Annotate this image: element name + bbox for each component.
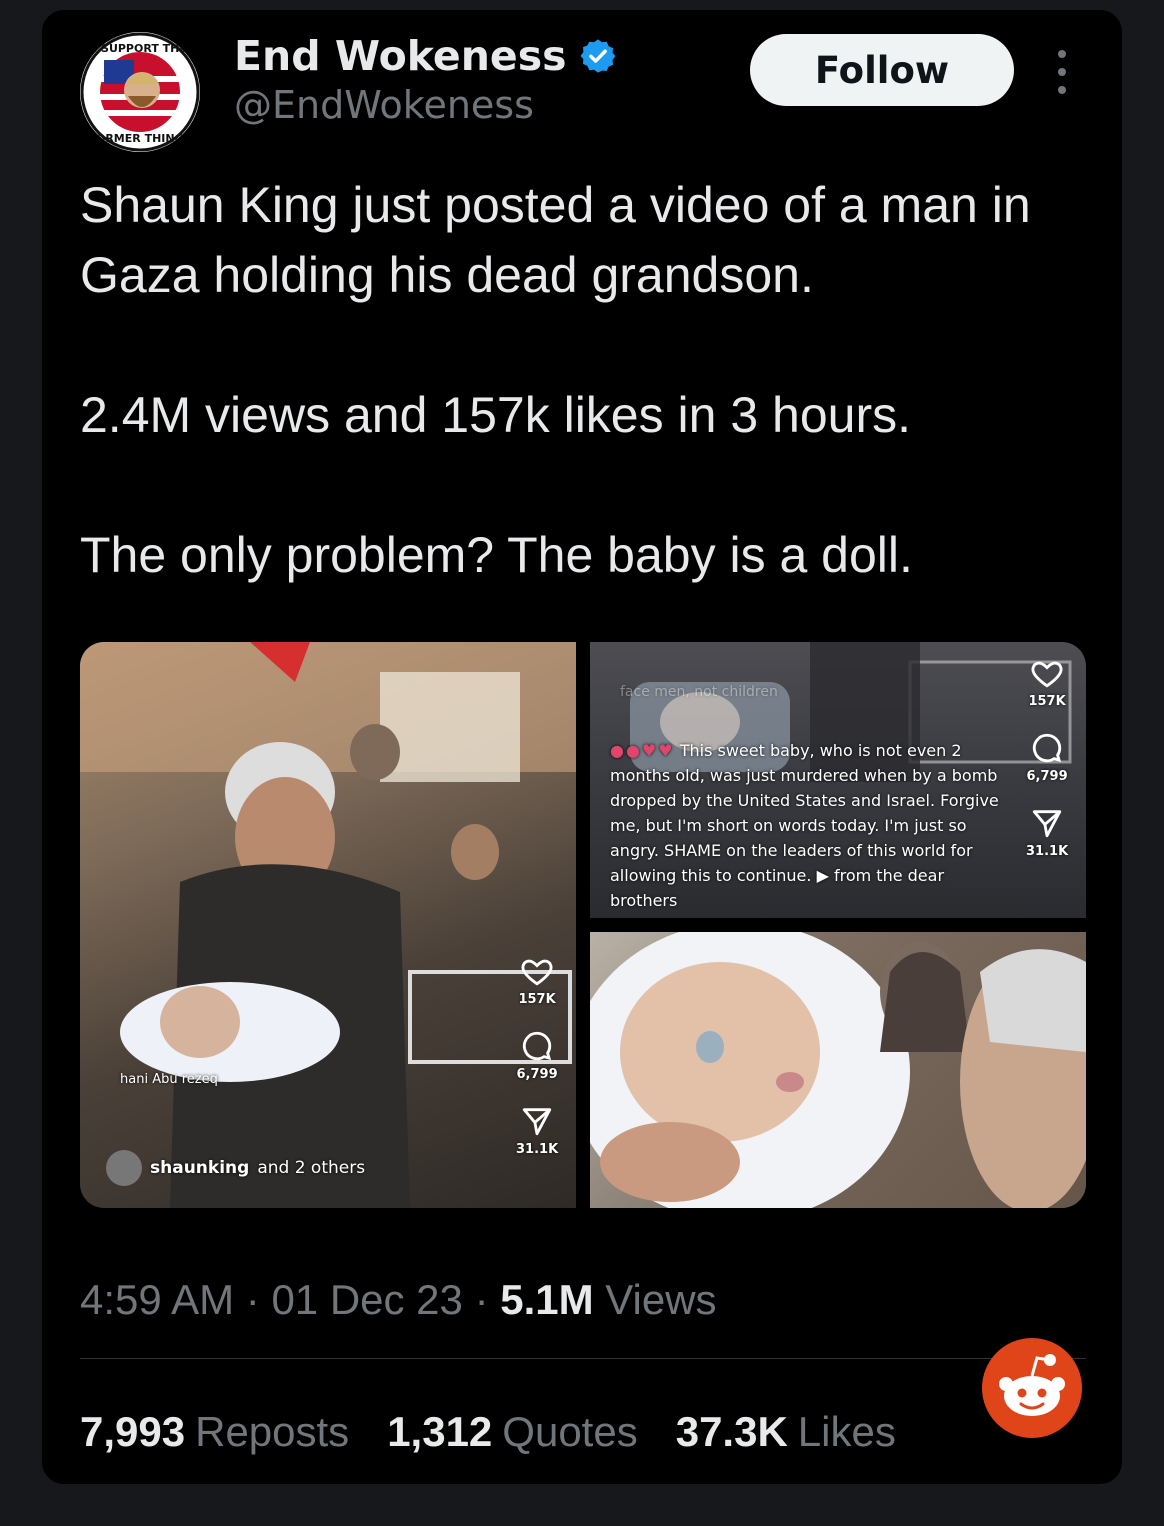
meta-separator: · — [474, 1276, 501, 1323]
left-action-sidebar: 157K 6,799 31.1K — [516, 954, 558, 1179]
tweet-text-paragraph-2: 2.4M views and 157k likes in 3 hours. — [80, 387, 911, 443]
watermark-text: hani Abu rezeq — [120, 1072, 218, 1087]
more-dot — [1058, 68, 1066, 76]
shares-count: 31.1K — [516, 1142, 559, 1157]
avatar-text-bottom: FORMER THINGS — [88, 132, 191, 145]
share-icon — [522, 1108, 552, 1136]
more-dot — [1058, 86, 1066, 94]
share-icon — [1032, 810, 1062, 838]
likes-stat[interactable]: 37.3K Likes — [676, 1408, 896, 1456]
media-grid[interactable]: hani Abu rezeq shaunking and 2 others 15… — [80, 642, 1086, 1208]
likes-count: 157K — [518, 992, 556, 1007]
collab-row: shaunking and 2 others — [106, 1150, 365, 1186]
likes-count: 157K — [1028, 694, 1066, 709]
collab-avatar — [106, 1150, 142, 1186]
post-caption: ●●♥♥ This sweet baby, who is not even 2 … — [610, 738, 1010, 913]
heart-icon — [521, 959, 553, 986]
reposts-label: Reposts — [195, 1408, 350, 1455]
avatar-text-top: I SUPPORT THE — [93, 42, 187, 55]
more-dot — [1058, 50, 1066, 58]
views-count: 5.1M — [500, 1276, 594, 1323]
tweet-time[interactable]: 4:59 AM — [80, 1276, 234, 1323]
quotes-count: 1,312 — [387, 1408, 493, 1455]
meta-separator: · — [245, 1276, 272, 1323]
quotes-label: Quotes — [502, 1408, 638, 1455]
emoji-icons: ●●♥♥ — [610, 741, 675, 760]
divider — [80, 1358, 1086, 1359]
follow-button[interactable]: Follow — [750, 34, 1014, 106]
comments-count: 6,799 — [516, 1067, 558, 1082]
heart-icon — [1031, 661, 1063, 688]
avatar[interactable]: I SUPPORT THE FORMER THINGS — [80, 32, 200, 152]
faded-text: face men, not children — [620, 684, 778, 700]
comment-icon — [522, 1031, 552, 1061]
reposts-stat[interactable]: 7,993 Reposts — [80, 1408, 349, 1456]
media-image-bottom-right[interactable] — [590, 932, 1086, 1208]
collab-name: shaunking — [150, 1158, 250, 1178]
likes-label: Likes — [797, 1408, 896, 1455]
tweet-text: Shaun King just posted a video of a man … — [80, 170, 1090, 590]
grandfather-holding-doll-image — [80, 642, 576, 1208]
engagement-stats: 7,993 Reposts 1,312 Quotes 37.3K Likes — [80, 1408, 896, 1456]
views-label: Views — [605, 1276, 717, 1323]
tweet-text-paragraph-1: Shaun King just posted a video of a man … — [80, 177, 1031, 303]
display-name[interactable]: End Wokeness — [234, 32, 567, 80]
support-the-former-things-badge-icon: I SUPPORT THE FORMER THINGS — [80, 32, 200, 152]
comments-count: 6,799 — [1026, 769, 1068, 784]
media-image-top-right[interactable]: face men, not children ●●♥♥ This sweet b… — [590, 642, 1086, 918]
likes-count: 37.3K — [675, 1408, 788, 1455]
post-caption-text: This sweet baby, who is not even 2 month… — [610, 741, 999, 885]
top-right-action-sidebar: 157K 6,799 31.1K — [1026, 656, 1068, 881]
shares-count: 31.1K — [1026, 844, 1069, 859]
comment-icon — [1032, 733, 1062, 763]
collab-suffix: and 2 others — [257, 1158, 366, 1178]
camera-icon: ▶ — [816, 866, 829, 885]
quotes-stat[interactable]: 1,312 Quotes — [387, 1408, 638, 1456]
display-name-row[interactable]: End Wokeness — [234, 32, 617, 80]
doll-closeup-image — [590, 932, 1086, 1208]
reposts-count: 7,993 — [80, 1408, 186, 1455]
tweet-meta: 4:59 AM · 01 Dec 23 · 5.1M Views — [80, 1276, 717, 1324]
media-image-left[interactable]: hani Abu rezeq shaunking and 2 others 15… — [80, 642, 576, 1208]
verified-badge-icon — [580, 39, 615, 73]
tweet-text-paragraph-3: The only problem? The baby is a doll. — [80, 527, 913, 583]
handle[interactable]: @EndWokeness — [234, 83, 534, 127]
reddit-logo-icon — [982, 1338, 1082, 1438]
reddit-snoo-icon — [999, 1354, 1065, 1416]
tweet-date[interactable]: 01 Dec 23 — [271, 1276, 462, 1323]
tweet-card: I SUPPORT THE FORMER THINGS End Wokeness… — [42, 10, 1122, 1484]
more-options-icon[interactable] — [1050, 50, 1074, 94]
